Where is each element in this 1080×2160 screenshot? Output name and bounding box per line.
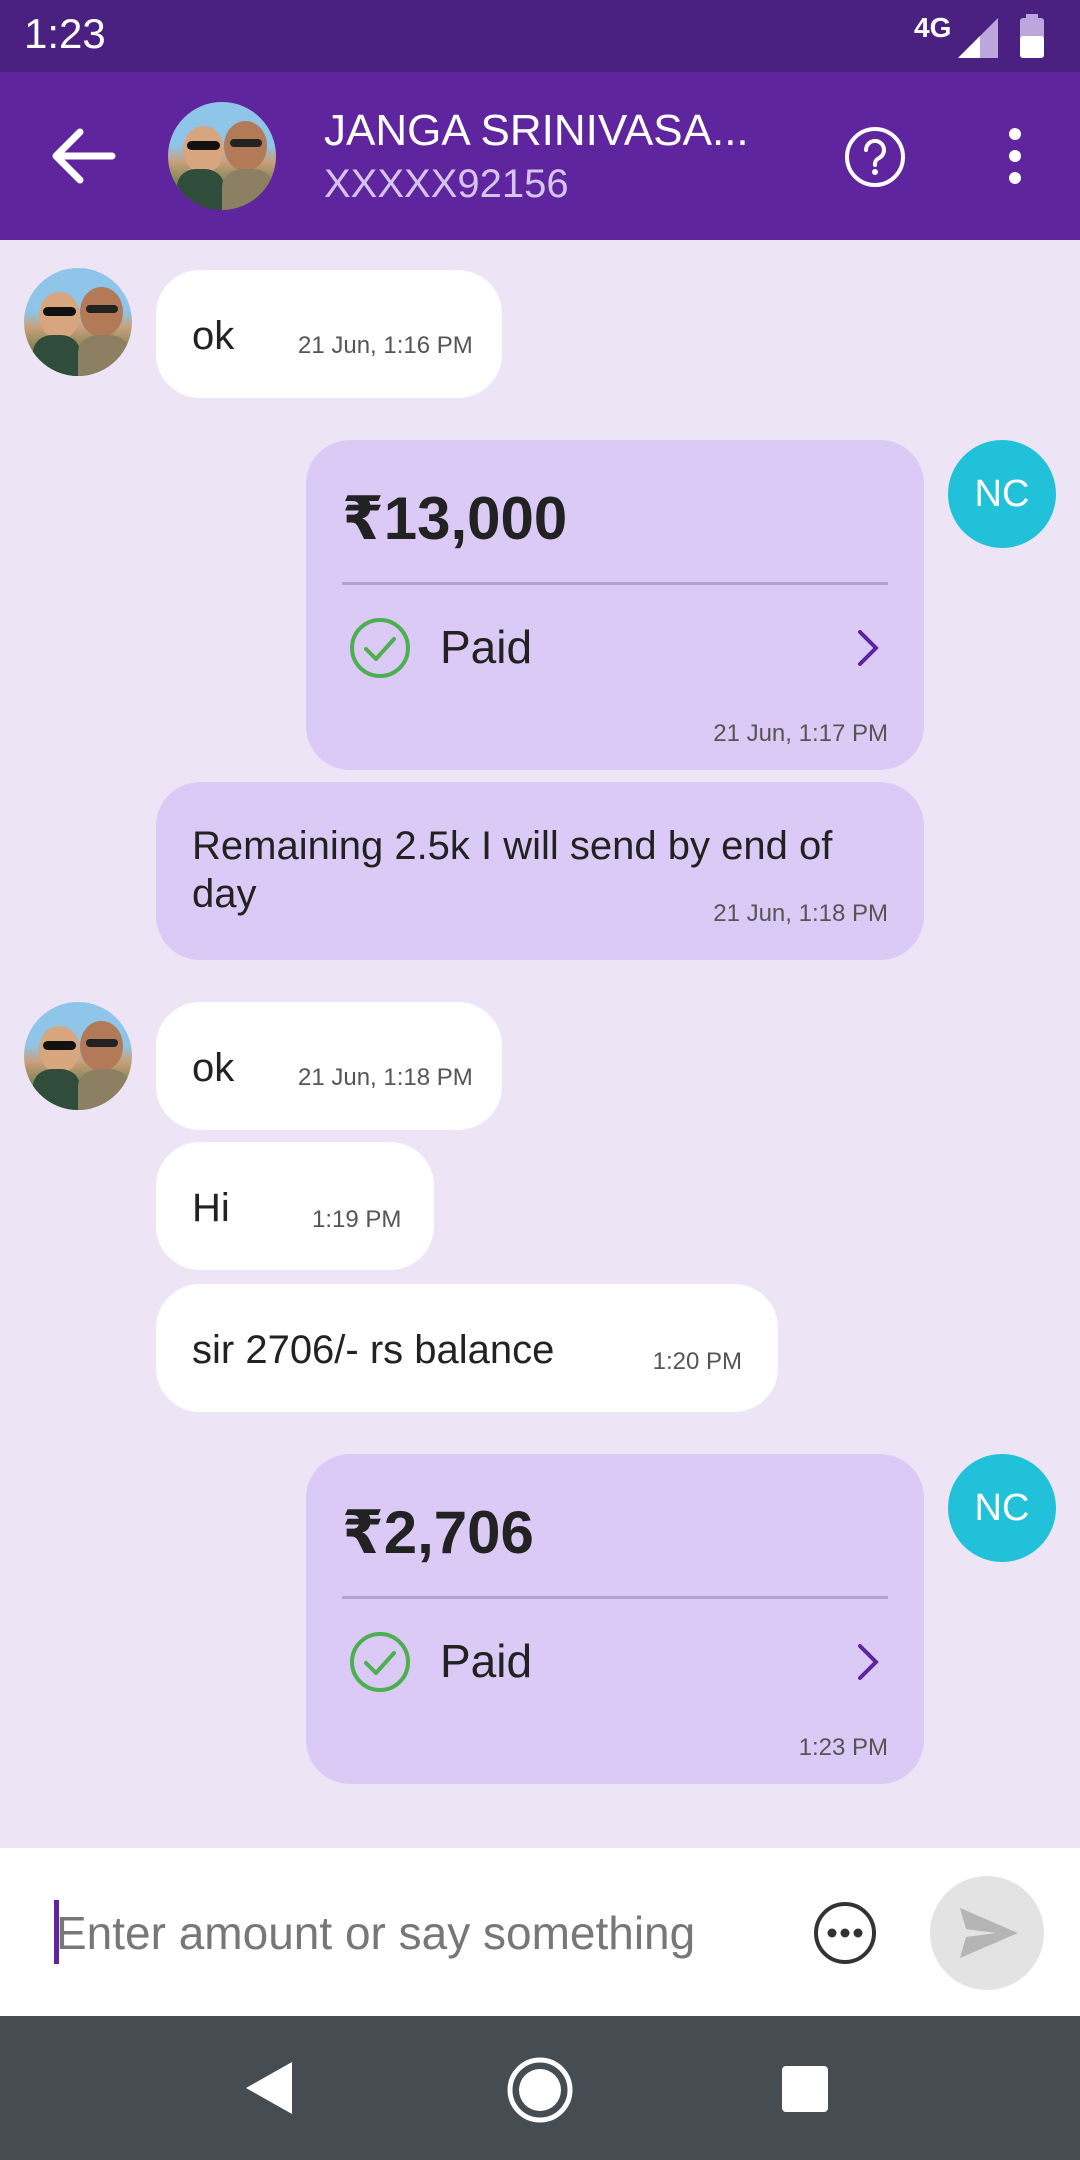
payment-amount: ₹13,000 [342,485,568,552]
divider [342,582,888,585]
battery-icon [1020,14,1044,58]
nav-home-icon[interactable] [506,2056,574,2124]
message-text: Hi [192,1186,230,1230]
contact-avatar-small[interactable] [24,268,132,376]
message-bubble-incoming[interactable]: ok 21 Jun, 1:18 PM [156,1002,502,1130]
payment-card[interactable]: ₹2,706 Paid 1:23 PM [306,1454,924,1784]
signal-icon [958,18,998,58]
message-composer [0,1848,1080,2016]
message-time: 21 Jun, 1:17 PM [713,720,888,747]
contact-name[interactable]: JANGA SRINIVASA... [324,106,749,156]
message-time: 1:23 PM [798,1734,888,1761]
more-vert-icon[interactable] [1000,124,1030,188]
message-input[interactable] [54,1894,758,1972]
contact-avatar[interactable] [168,102,276,210]
chat-header: JANGA SRINIVASA... XXXXX92156 [0,72,1080,240]
message-bubble-outgoing[interactable]: Remaining 2.5k I will send by end of day… [156,782,924,960]
message-bubble-incoming[interactable]: ok 21 Jun, 1:16 PM [156,270,502,398]
message-time: 21 Jun, 1:18 PM [713,900,888,927]
send-icon [960,1908,1018,1958]
system-nav-bar [0,2016,1080,2160]
sender-avatar[interactable]: NC [948,440,1056,548]
contact-avatar-small[interactable] [24,1002,132,1110]
nav-back-icon[interactable] [246,2062,292,2114]
status-bar: 1:23 4G [0,0,1080,72]
message-time: 1:20 PM [652,1348,742,1375]
chevron-right-icon[interactable] [856,628,880,668]
check-circle-icon [350,1632,410,1692]
message-bubble-incoming[interactable]: sir 2706/- rs balance 1:20 PM [156,1284,778,1412]
status-time: 1:23 [24,10,106,57]
payment-amount: ₹2,706 [342,1499,534,1566]
payment-status: Paid [440,621,533,673]
contact-number: XXXXX92156 [324,162,569,206]
nav-recents-icon[interactable] [782,2066,828,2112]
message-text: ok [192,314,235,358]
message-time: 21 Jun, 1:16 PM [298,332,473,359]
sender-avatar[interactable]: NC [948,1454,1056,1562]
message-text: sir 2706/- rs balance [192,1328,555,1372]
message-time: 21 Jun, 1:18 PM [298,1064,473,1091]
more-horiz-icon[interactable] [812,1900,878,1966]
message-list[interactable]: ok 21 Jun, 1:16 PM ₹13,000 Paid 21 Jun, … [0,240,1080,1848]
message-bubble-incoming[interactable]: Hi 1:19 PM [156,1142,434,1270]
chevron-right-icon[interactable] [856,1642,880,1682]
check-circle-icon [350,618,410,678]
message-time: 1:19 PM [312,1206,402,1233]
back-arrow-icon[interactable] [48,126,118,186]
payment-status: Paid [440,1635,533,1687]
payment-card[interactable]: ₹13,000 Paid 21 Jun, 1:17 PM [306,440,924,770]
divider [342,1596,888,1599]
message-text: ok [192,1046,235,1090]
help-icon[interactable] [844,126,906,188]
send-button[interactable] [930,1876,1044,1990]
network-type: 4G [914,12,952,43]
